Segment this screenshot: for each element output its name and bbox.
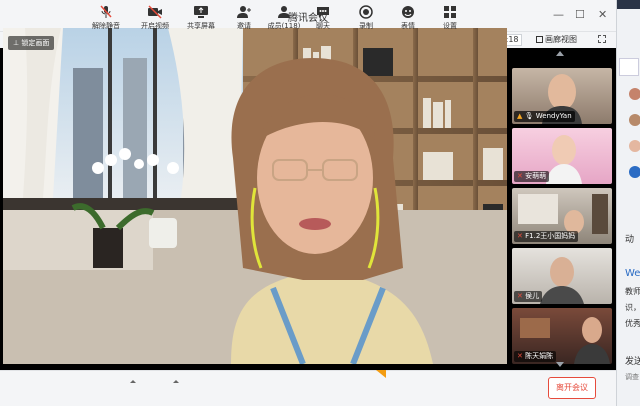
participant-name: 安萌萌 [525, 172, 547, 180]
settings-button[interactable]: 设置 [428, 3, 472, 35]
speaker-video-frame [3, 28, 507, 364]
fullscreen-icon[interactable] [598, 35, 606, 43]
participant-name: F1.2王小国妈妈 [525, 232, 576, 240]
start-video-button[interactable]: 开启视频 [133, 3, 177, 35]
participant-thumbnail[interactable]: ✕ 侯儿 [512, 248, 612, 304]
mic-muted-icon: ✕ [517, 172, 523, 180]
share-screen-icon [194, 6, 208, 18]
background-text: 调查 [625, 373, 639, 381]
participant-thumbnail-list: ▲ 🎙 WendyYan ✕ 安萌萌 ✕ F1.2王小国妈妈 ✕ 侯儿 ✕ 陈天… [510, 56, 614, 370]
participant-thumbnail[interactable]: ▲ 🎙 WendyYan [512, 68, 612, 124]
emoji-label: 表情 [401, 22, 415, 30]
avatar[interactable] [629, 140, 640, 152]
mic-muted-icon: ✕ [517, 232, 523, 240]
main-video-feed[interactable] [3, 28, 507, 364]
members-button[interactable]: 成员(118) [262, 3, 306, 35]
emoji-button[interactable]: 表情 [386, 3, 430, 35]
participant-name-tag: ✕ 安萌萌 [514, 171, 550, 182]
participant-name: WendyYan [535, 112, 572, 120]
audio-options-caret-icon[interactable] [130, 380, 136, 383]
participant-name-tag: ▲ 🎙 WendyYan [514, 111, 575, 122]
maximize-icon[interactable]: ☐ [575, 8, 585, 21]
video-off-icon [148, 5, 162, 19]
avatar[interactable] [629, 114, 640, 126]
chat-button[interactable]: 聊天 [301, 3, 345, 35]
leave-meeting-button[interactable]: 离开会议 [548, 377, 596, 399]
participant-thumbnail[interactable]: ✕ F1.2王小国妈妈 [512, 188, 612, 244]
background-app-panel: 动 We 教师 识， 优秀 发送 调查 [616, 0, 640, 406]
share-screen-label: 共享屏幕 [187, 22, 215, 30]
invite-icon [237, 6, 251, 18]
emoji-icon [402, 6, 414, 18]
avatar[interactable] [629, 88, 640, 100]
avatar[interactable] [629, 166, 640, 178]
record-button[interactable]: 录制 [344, 3, 388, 35]
participant-name-tag: ✕ F1.2王小国妈妈 [514, 231, 579, 242]
close-icon[interactable]: ✕ [598, 8, 607, 21]
background-text: 动 [625, 235, 635, 245]
start-video-label: 开启视频 [141, 22, 169, 30]
scroll-down-icon[interactable] [556, 362, 564, 367]
mic-muted-icon: ✕ [517, 292, 523, 300]
pin-view-label: 锁定画面 [21, 39, 50, 47]
gallery-view-label: 画廊视图 [545, 35, 577, 44]
record-label: 录制 [359, 22, 373, 30]
participant-thumbnail[interactable]: ✕ 陈天娟陈 [512, 308, 612, 364]
minimize-icon[interactable]: — [553, 8, 564, 21]
share-screen-button[interactable]: 共享屏幕 [179, 3, 223, 35]
mic-muted-icon: ✕ [517, 352, 523, 360]
settings-icon [444, 6, 456, 18]
invite-label: 邀请 [237, 22, 251, 30]
unmute-label: 解除静音 [92, 22, 120, 30]
chat-label: 聊天 [316, 22, 330, 30]
settings-label: 设置 [443, 22, 457, 30]
participant-name-tag: ✕ 侯儿 [514, 291, 543, 302]
gallery-view-button[interactable]: 画廊视图 [536, 34, 577, 46]
meeting-toolbar [0, 370, 616, 406]
mic-icon: 🎙 [524, 112, 534, 120]
participant-name: 陈天娟陈 [525, 352, 554, 360]
participant-thumbnail[interactable]: ✕ 安萌萌 [512, 128, 612, 184]
tencent-meeting-window: 腾讯会议 — ☐ ✕ i ✓ 39:18 画廊视图 [0, 0, 616, 406]
background-text: 发送 [625, 357, 640, 367]
chat-icon [317, 7, 329, 18]
background-link-text: We [625, 268, 640, 279]
background-app-header [617, 0, 640, 9]
participant-name: 侯儿 [525, 292, 540, 300]
record-icon [359, 5, 373, 19]
pin-view-badge[interactable]: ⊥ 锁定画面 [8, 36, 55, 50]
speaking-icon: ▲ [517, 112, 523, 120]
members-label: 成员(118) [267, 22, 301, 30]
members-icon [278, 6, 290, 18]
background-text: 教师 [625, 287, 640, 296]
video-options-caret-icon[interactable] [173, 380, 179, 383]
background-text: 识， [625, 303, 640, 312]
background-text: 优秀 [625, 319, 640, 328]
unmute-button[interactable]: 解除静音 [84, 3, 128, 35]
background-search-box[interactable] [619, 58, 639, 76]
grid-icon [536, 36, 543, 43]
participant-name-tag: ✕ 陈天娟陈 [514, 351, 557, 362]
invite-button[interactable]: 邀请 [222, 3, 266, 35]
mic-muted-icon [100, 5, 112, 18]
